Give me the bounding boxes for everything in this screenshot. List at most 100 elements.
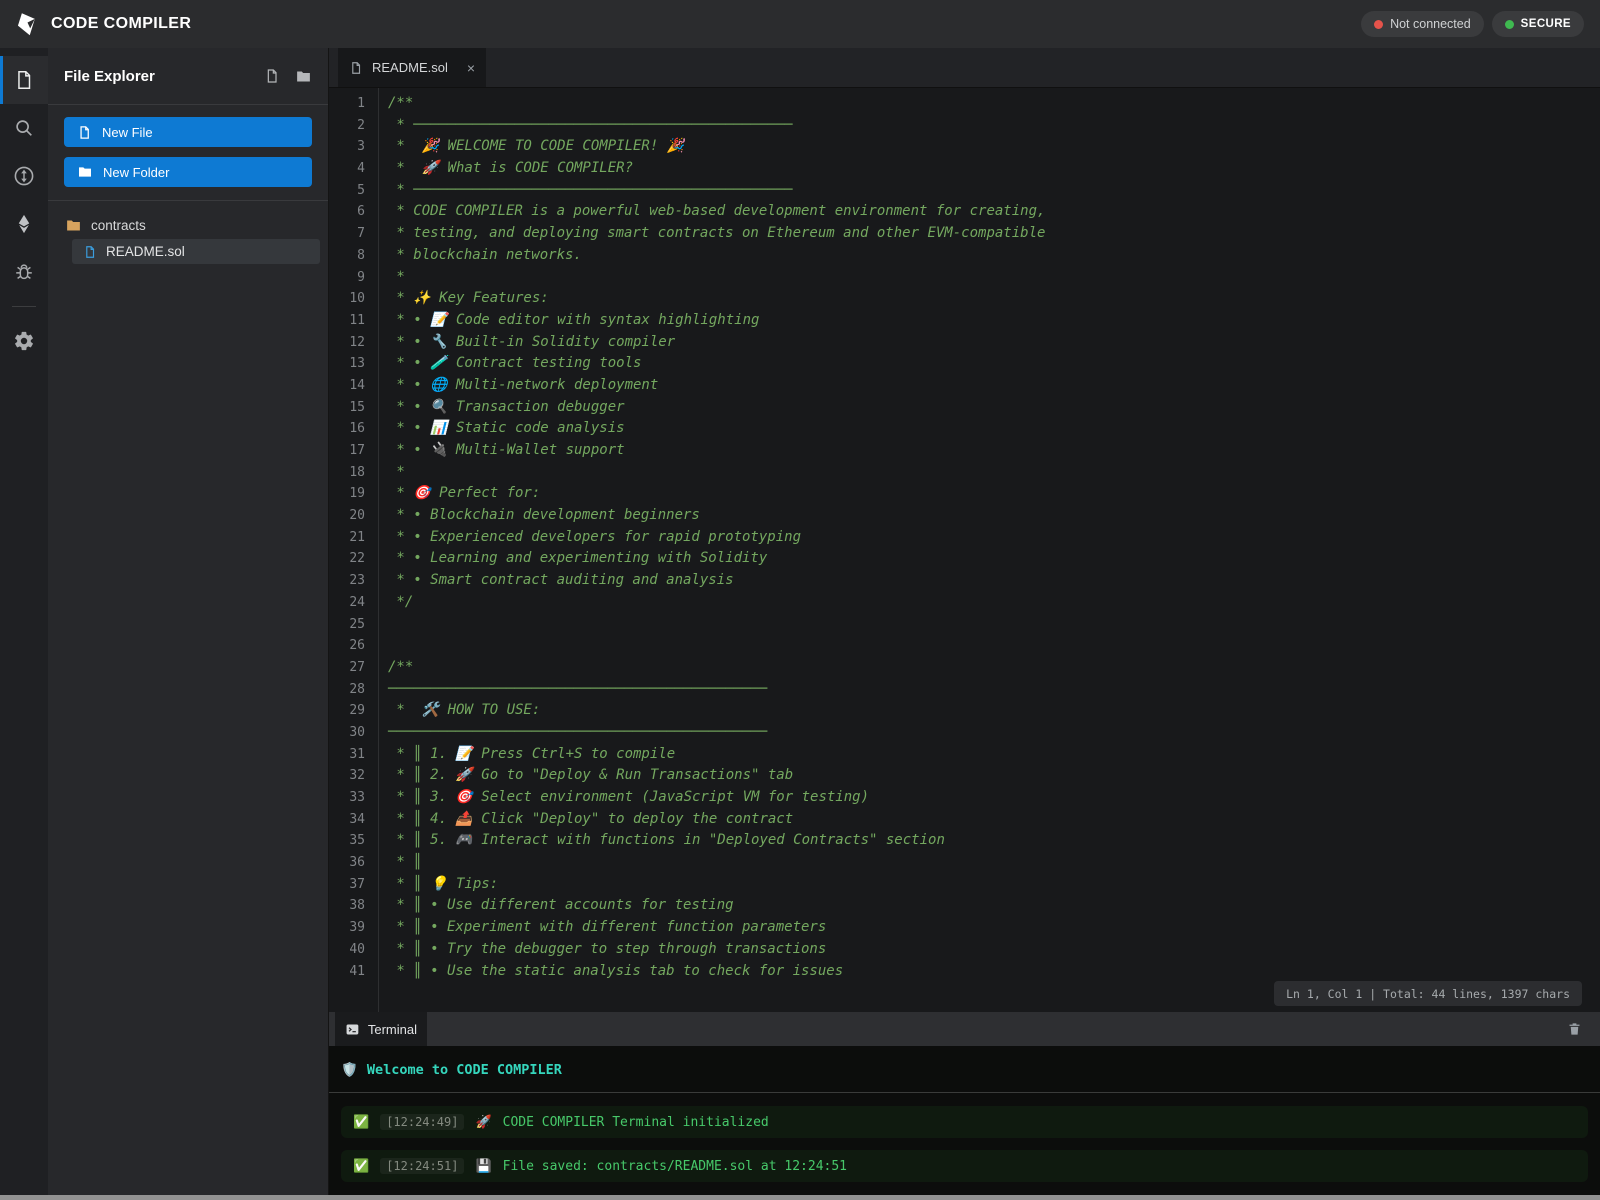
sidebar-item-debugger[interactable] — [0, 248, 48, 296]
tab-label: README.sol — [372, 60, 458, 75]
code-line: * • 🔧 Built-in Solidity compiler — [388, 332, 1600, 354]
code-line: * ──────────────────────────────────────… — [388, 115, 1600, 137]
explorer-actions: New File New Folder — [48, 105, 328, 201]
line-number: 18 — [329, 462, 378, 484]
clear-terminal-button[interactable] — [1567, 1021, 1582, 1037]
line-number: 41 — [329, 961, 378, 983]
code-line: * ║ 5. 🎮 Interact with functions in "Dep… — [388, 830, 1600, 852]
terminal-icon — [345, 1022, 360, 1037]
log-message: File saved: contracts/README.sol at 12:2… — [503, 1159, 847, 1174]
code-line — [388, 614, 1600, 636]
line-number: 33 — [329, 787, 378, 809]
line-number: 10 — [329, 288, 378, 310]
line-number: 39 — [329, 917, 378, 939]
cursor-position-label: Ln 1, Col 1 | Total: 44 lines, 1397 char… — [1286, 987, 1570, 1001]
file-name-label: README.sol — [106, 244, 185, 259]
line-number: 4 — [329, 158, 378, 180]
terminal-output: 🛡️ Welcome to CODE COMPILER ✅[12:24:49]🚀… — [329, 1046, 1600, 1195]
code-line: * • Smart contract auditing and analysis — [388, 570, 1600, 592]
line-number: 23 — [329, 570, 378, 592]
terminal-log-entry: ✅[12:24:49]🚀CODE COMPILER Terminal initi… — [341, 1106, 1588, 1138]
line-number: 8 — [329, 245, 378, 267]
line-number: 26 — [329, 635, 378, 657]
code-line: * ║ 3. 🎯 Select environment (JavaScript … — [388, 787, 1600, 809]
terminal-welcome-label: Welcome to CODE COMPILER — [367, 1062, 562, 1078]
code-line: * ✨ Key Features: — [388, 288, 1600, 310]
line-number: 30 — [329, 722, 378, 744]
code-line: * — [388, 462, 1600, 484]
line-number: 27 — [329, 657, 378, 679]
code-line: * • 🌐 Multi-network deployment — [388, 375, 1600, 397]
terminal-separator — [329, 1092, 1600, 1093]
line-number: 37 — [329, 874, 378, 896]
tab-terminal[interactable]: Terminal — [335, 1012, 427, 1046]
new-file-button[interactable]: New File — [64, 117, 312, 147]
code-line: * ║ 2. 🚀 Go to "Deploy & Run Transaction… — [388, 765, 1600, 787]
code-line: /** — [388, 657, 1600, 679]
sidebar-item-search[interactable] — [0, 104, 48, 152]
code-line: * • Experienced developers for rapid pro… — [388, 527, 1600, 549]
code-line: * ║ • Use the static analysis tab to che… — [388, 961, 1600, 983]
new-file-button-label: New File — [102, 125, 153, 140]
line-number: 28 — [329, 679, 378, 701]
file-tree: contracts README.sol — [48, 201, 328, 264]
line-number: 6 — [329, 201, 378, 223]
code-line: * ║ — [388, 852, 1600, 874]
main-area: README.sol × 123456789101112131415161718… — [328, 48, 1600, 1200]
terminal-log: ✅[12:24:49]🚀CODE COMPILER Terminal initi… — [341, 1106, 1588, 1182]
terminal-log-entry: ✅[12:24:51]💾File saved: contracts/README… — [341, 1150, 1588, 1182]
line-number: 38 — [329, 895, 378, 917]
file-explorer-title: File Explorer — [64, 68, 249, 85]
code-line: * • Learning and experimenting with Soli… — [388, 548, 1600, 570]
code-lines: /** * ──────────────────────────────────… — [379, 88, 1600, 1012]
line-number-gutter: 1234567891011121314151617181920212223242… — [329, 88, 379, 1012]
connection-dot-icon — [1374, 20, 1383, 29]
line-number: 9 — [329, 267, 378, 289]
trash-icon — [1567, 1021, 1582, 1037]
file-explorer-header: File Explorer — [48, 48, 328, 105]
search-icon — [13, 117, 35, 139]
connection-status-label: Not connected — [1390, 17, 1471, 31]
code-line: * 🎯 Perfect for: — [388, 483, 1600, 505]
terminal-tab-label: Terminal — [368, 1022, 417, 1037]
secure-label: SECURE — [1521, 18, 1571, 30]
new-file-icon — [264, 68, 280, 84]
line-number: 13 — [329, 353, 378, 375]
sidebar-item-file-explorer[interactable] — [0, 56, 48, 104]
shield-icon: 🛡️ — [341, 1062, 358, 1078]
line-number: 2 — [329, 115, 378, 137]
line-number: 12 — [329, 332, 378, 354]
line-number: 3 — [329, 136, 378, 158]
code-line: * • Blockchain development beginners — [388, 505, 1600, 527]
file-explorer-panel: File Explorer New File New Folder — [48, 48, 328, 1200]
bottom-scrollbar[interactable] — [0, 1195, 1600, 1200]
tree-item-contracts-folder[interactable]: contracts — [48, 213, 328, 237]
code-line: * CODE COMPILER is a powerful web-based … — [388, 201, 1600, 223]
code-line: * • 🔌 Multi-Wallet support — [388, 440, 1600, 462]
code-editor[interactable]: 1234567891011121314151617181920212223242… — [329, 88, 1600, 1012]
code-line: * ║ • Experiment with different function… — [388, 917, 1600, 939]
new-folder-icon-button[interactable] — [295, 68, 312, 85]
code-line: * ║ 4. 📤 Click "Deploy" to deploy the co… — [388, 809, 1600, 831]
ethereum-icon — [14, 213, 34, 235]
line-number: 40 — [329, 939, 378, 961]
code-line: * 🎉 WELCOME TO CODE COMPILER! 🎉 — [388, 136, 1600, 158]
new-folder-button[interactable]: New Folder — [64, 157, 312, 187]
tab-readme[interactable]: README.sol × — [338, 48, 486, 87]
line-number: 20 — [329, 505, 378, 527]
code-line — [388, 635, 1600, 657]
line-number: 1 — [329, 93, 378, 115]
line-number: 19 — [329, 483, 378, 505]
sidebar-item-ethereum[interactable] — [0, 200, 48, 248]
sidebar-item-deploy-run[interactable] — [0, 152, 48, 200]
activity-bar — [0, 48, 48, 1200]
new-file-icon-button[interactable] — [264, 68, 280, 84]
code-line: * ║ • Use different accounts for testing — [388, 895, 1600, 917]
check-icon: ✅ — [353, 1159, 369, 1174]
tab-close-icon[interactable]: × — [467, 60, 475, 76]
secure-dot-icon — [1505, 20, 1514, 29]
code-line: * • 🔍 Transaction debugger — [388, 397, 1600, 419]
line-number: 31 — [329, 744, 378, 766]
tree-item-readme-file[interactable]: README.sol — [72, 239, 320, 264]
sidebar-item-settings[interactable] — [0, 317, 48, 365]
